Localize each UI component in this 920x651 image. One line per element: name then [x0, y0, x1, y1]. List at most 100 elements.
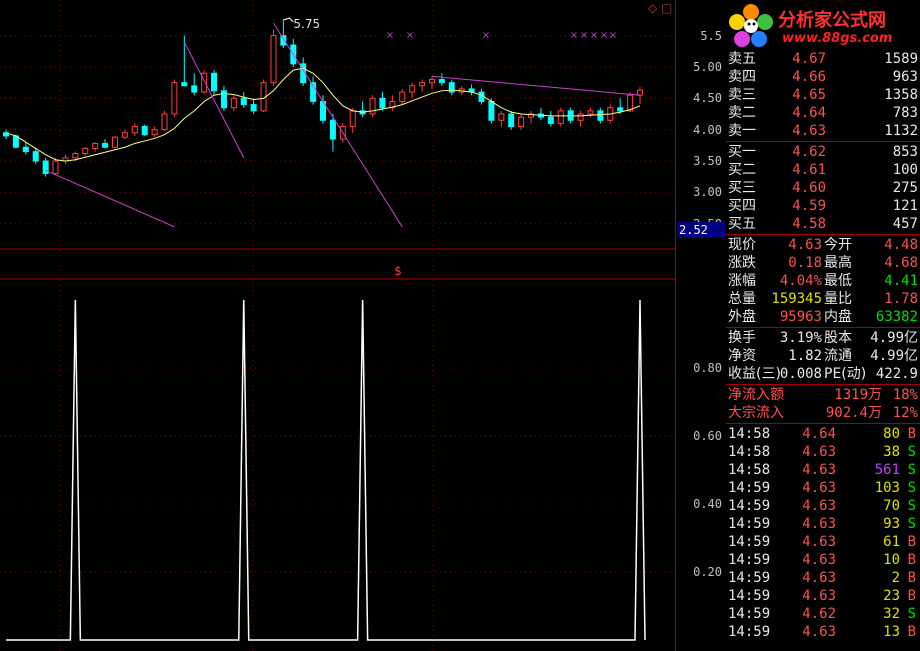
bid-row: 买四 4.59 121 [726, 197, 920, 215]
tick-row: 14:59 4.63 61 B [726, 533, 920, 551]
tick-price: 4.63 [802, 552, 836, 568]
bid-volume: 121 [892, 198, 918, 214]
chart-area[interactable]: 5.75 × × × × × × × × $ ◇ ▢ [0, 0, 676, 651]
stat-row: 总量 159345 量比 1.78 [726, 290, 920, 308]
finance-label: 净资 [728, 348, 756, 364]
tick-time: 14:58 [728, 426, 771, 442]
signal-x-marker: × [386, 30, 394, 41]
candle-body [230, 97, 237, 109]
bid-volume: 853 [892, 144, 918, 160]
candle-body [597, 110, 604, 121]
tick-side: S [907, 462, 916, 478]
tick-side: S [907, 480, 916, 496]
chart-toolbar-icons[interactable]: ◇ ▢ [648, 1, 672, 15]
candle-body [637, 89, 643, 96]
candle-body [438, 79, 445, 84]
signal-x-marker: × [590, 30, 598, 41]
tick-row: 14:59 4.63 2 B [726, 569, 920, 587]
candle-body [617, 107, 624, 112]
tick-price: 4.63 [802, 480, 836, 496]
flow-label: 净流入额 [728, 387, 784, 403]
stat-value: 1.78 [884, 291, 918, 307]
tick-side: B [907, 552, 916, 568]
tick-price: 4.64 [802, 426, 836, 442]
bid-label: 买二 [728, 162, 756, 178]
finance-label: 股本 [824, 330, 852, 346]
candle-body [349, 110, 356, 128]
tick-volume: 80 [883, 426, 900, 442]
finance-value: 3.19% [779, 330, 822, 346]
tick-row: 14:59 4.63 93 S [726, 515, 920, 533]
tick-volume: 561 [874, 462, 900, 478]
logo-url[interactable]: www.88gs.com [782, 31, 892, 46]
bid-row: 买三 4.60 275 [726, 179, 920, 197]
tick-volume: 32 [883, 606, 900, 622]
tick-time: 14:59 [728, 588, 771, 604]
candle-body [211, 72, 218, 92]
candle-body [419, 82, 426, 87]
price-axis-tick: 4.50 [693, 91, 722, 106]
tick-price: 4.63 [802, 498, 836, 514]
finance-value: 1.82 [788, 348, 822, 364]
bid-row: 买二 4.61 100 [726, 161, 920, 179]
panel-divider [726, 141, 920, 142]
bid-label: 买一 [728, 144, 756, 160]
high-price-label: 5.75 [293, 17, 320, 31]
candle-body [121, 132, 128, 138]
tick-volume: 10 [883, 552, 900, 568]
bid-price: 4.60 [792, 180, 826, 196]
stat-label: 最低 [824, 273, 852, 289]
bid-price: 4.62 [792, 144, 826, 160]
tick-row: 14:59 4.63 70 S [726, 497, 920, 515]
candle-body [280, 35, 287, 46]
tick-time: 14:59 [728, 552, 771, 568]
candle-body [22, 146, 29, 153]
bid-volume: 100 [892, 162, 918, 178]
finance-value: 4.99亿 [870, 348, 918, 364]
tick-time: 14:59 [728, 534, 771, 550]
logo-title: 分析家公式网 [778, 10, 886, 31]
ask-label: 卖三 [728, 87, 756, 103]
candle-body [72, 152, 79, 159]
tick-volume: 38 [883, 444, 900, 460]
flow-row: 大宗流入 902.4万 12% [726, 404, 920, 422]
candle-body [151, 129, 158, 136]
candle-body [587, 110, 594, 115]
finance-row: 换手 3.19% 股本 4.99亿 [726, 329, 920, 347]
tick-volume: 93 [883, 516, 900, 532]
quote-panel: 分析家公式网 www.88gs.com 卖五 4.67 1589 卖四 4.66 963 卖… [726, 0, 920, 651]
tick-time: 14:58 [728, 462, 771, 478]
stat-value: 63382 [875, 309, 918, 325]
tick-side: B [907, 570, 916, 586]
stat-row: 涨幅 4.04% 最低 4.41 [726, 272, 920, 290]
candle-body [131, 126, 138, 134]
candle-body [240, 97, 247, 106]
tick-price: 4.63 [802, 588, 836, 604]
stat-label: 今开 [824, 237, 852, 253]
candle-body [181, 82, 188, 87]
stat-label: 总量 [728, 291, 756, 307]
signal-x-marker: × [482, 30, 490, 41]
tick-side: S [907, 606, 916, 622]
tick-side: B [907, 624, 916, 640]
cursor-price-tag: 2.52 [677, 222, 725, 238]
kline-chart[interactable]: 5.75× × × × × × × ×$ [0, 0, 676, 651]
tick-price: 4.63 [802, 534, 836, 550]
stat-row: 外盘 95963 内盘 63382 [726, 308, 920, 326]
finance-label: 流通 [824, 348, 852, 364]
bid-label: 买四 [728, 198, 756, 214]
ask-price: 4.64 [792, 105, 826, 121]
candle-body [369, 97, 376, 115]
ask-label: 卖五 [728, 51, 756, 67]
stat-value: 4.48 [884, 237, 918, 253]
trendline [45, 169, 175, 228]
finance-row: 收益(三) 0.008 PE(动) 422.9 [726, 365, 920, 383]
ask-price: 4.65 [792, 87, 826, 103]
finance-label: PE(动) [824, 366, 867, 382]
tick-volume: 70 [883, 498, 900, 514]
trendline [273, 22, 403, 228]
candle-body [557, 110, 564, 124]
tick-row: 14:59 4.63 103 S [726, 479, 920, 497]
ask-label: 卖一 [728, 123, 756, 139]
tick-row: 14:59 4.63 10 B [726, 551, 920, 569]
